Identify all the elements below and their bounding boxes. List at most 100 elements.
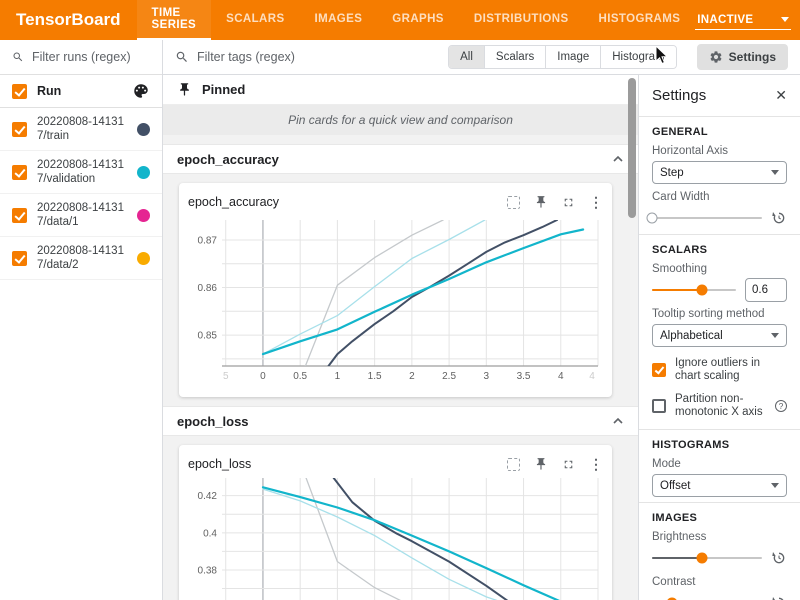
help-icon[interactable]: ? [775, 400, 787, 412]
close-icon[interactable]: ✕ [775, 87, 787, 104]
horizontal-axis-label: Horizontal Axis [652, 145, 787, 157]
run-row[interactable]: 20220808-141317/data/2 [0, 237, 162, 280]
section-header-epoch-loss[interactable]: epoch_loss [163, 406, 638, 436]
gear-icon [709, 50, 723, 64]
fullscreen-icon[interactable] [562, 196, 575, 209]
runs-filter-row [0, 40, 162, 75]
epoch-loss-chart[interactable]: 0.420.40.380.36 [188, 478, 603, 600]
smoothing-slider[interactable] [652, 289, 736, 291]
run-color-dot [137, 166, 150, 179]
scalars-heading: SCALARS [652, 244, 787, 256]
tags-toolbar: All Scalars Image Histogram Settings [163, 40, 800, 75]
horizontal-axis-select[interactable]: Step [652, 161, 787, 184]
reload-status-value: INACTIVE [697, 14, 753, 26]
chevron-down-icon [771, 170, 779, 175]
tab-scalars[interactable]: SCALARS [211, 0, 299, 40]
tooltip-sorting-select[interactable]: Alphabetical [652, 324, 787, 347]
more-options-icon[interactable]: ⋮ [589, 196, 603, 209]
epoch-accuracy-chart[interactable]: 0.850.860.8700.511.522.533.5454 [188, 216, 603, 386]
more-options-icon[interactable]: ⋮ [589, 458, 603, 471]
main-scrollbar[interactable] [628, 78, 636, 600]
pin-icon[interactable] [534, 195, 548, 209]
ignore-outliers-label: Ignore outliers in chart scaling [675, 357, 787, 383]
smoothing-value-input[interactable] [745, 278, 787, 302]
run-name: 20220808-141317/data/2 [37, 244, 127, 272]
chevron-up-icon[interactable] [612, 416, 624, 426]
divider [639, 116, 800, 117]
run-row[interactable]: 20220808-141317/train [0, 108, 162, 151]
chevron-down-icon [781, 17, 789, 22]
histogram-mode-value: Offset [660, 480, 690, 492]
chevron-down-icon [771, 333, 779, 338]
run-checkbox[interactable] [12, 165, 27, 180]
select-all-runs-checkbox[interactable] [12, 84, 27, 99]
tab-images[interactable]: IMAGES [300, 0, 378, 40]
partition-x-axis-row[interactable]: Partition non-monotonic X axis ? [652, 393, 787, 419]
ignore-outliers-row[interactable]: Ignore outliers in chart scaling [652, 357, 787, 383]
runs-filter-input[interactable] [32, 50, 150, 64]
epoch-accuracy-card: epoch_accuracy ⋮ 0.850.860.8700.511.522.… [179, 183, 612, 397]
histogram-mode-label: Mode [652, 458, 787, 470]
ignore-outliers-checkbox[interactable] [652, 363, 666, 377]
reset-icon[interactable] [771, 595, 787, 600]
partition-x-axis-checkbox[interactable] [652, 399, 666, 413]
images-heading: IMAGES [652, 512, 787, 524]
cards-main-area: Pinned Pin cards for a quick view and co… [163, 75, 638, 600]
chip-image[interactable]: Image [546, 46, 601, 68]
run-name: 20220808-141317/data/1 [37, 201, 127, 229]
settings-button[interactable]: Settings [697, 44, 788, 70]
svg-text:0.87: 0.87 [198, 235, 218, 246]
svg-text:1: 1 [335, 371, 341, 382]
tab-histograms[interactable]: HISTOGRAMS [584, 0, 696, 40]
run-checkbox[interactable] [12, 122, 27, 137]
tags-filter-input[interactable] [197, 50, 440, 64]
run-row[interactable]: 20220808-141317/data/1 [0, 194, 162, 237]
tab-time-series[interactable]: TIME SERIES [137, 0, 212, 40]
scrollbar-thumb[interactable] [628, 78, 636, 218]
pinned-section-header: Pinned [163, 75, 638, 105]
svg-text:0.38: 0.38 [198, 565, 218, 576]
section-title: epoch_accuracy [177, 152, 279, 167]
run-checkbox[interactable] [12, 208, 27, 223]
contrast-label: Contrast [652, 576, 787, 588]
horizontal-axis-value: Step [660, 167, 684, 179]
run-checkbox[interactable] [12, 251, 27, 266]
reset-icon[interactable] [771, 210, 787, 226]
pinned-label: Pinned [202, 82, 245, 97]
reload-status-select[interactable]: INACTIVE [695, 11, 791, 30]
chip-all[interactable]: All [449, 46, 485, 68]
histogram-mode-select[interactable]: Offset [652, 474, 787, 497]
svg-text:2: 2 [409, 371, 415, 382]
svg-text:0.85: 0.85 [198, 331, 218, 342]
pin-icon[interactable] [534, 457, 548, 471]
tensorboard-app: TensorBoard TIME SERIES SCALARS IMAGES G… [0, 0, 800, 600]
svg-text:5: 5 [223, 371, 229, 382]
mouse-cursor [655, 46, 669, 66]
fullscreen-icon[interactable] [562, 458, 575, 471]
svg-text:4: 4 [589, 371, 595, 382]
run-row[interactable]: 20220808-141317/validation [0, 151, 162, 194]
data-table-toggle-icon[interactable] [507, 196, 520, 209]
section-title: epoch_loss [177, 414, 249, 429]
chip-scalars[interactable]: Scalars [485, 46, 546, 68]
reset-icon[interactable] [771, 550, 787, 566]
tooltip-sorting-label: Tooltip sorting method [652, 308, 787, 320]
runs-header-row: Run [0, 75, 162, 108]
divider [639, 429, 800, 430]
brightness-slider[interactable] [652, 557, 762, 559]
svg-text:1.5: 1.5 [368, 371, 382, 382]
section-header-epoch-accuracy[interactable]: epoch_accuracy [163, 144, 638, 174]
search-icon [12, 50, 24, 64]
palette-icon[interactable] [132, 82, 150, 100]
tab-distributions[interactable]: DISTRIBUTIONS [459, 0, 584, 40]
pin-empty-notice: Pin cards for a quick view and compariso… [163, 105, 638, 135]
svg-text:3: 3 [484, 371, 490, 382]
tab-graphs[interactable]: GRAPHS [377, 0, 459, 40]
search-icon [175, 50, 189, 64]
card-title: epoch_accuracy [188, 195, 279, 209]
card-width-slider[interactable] [652, 217, 762, 219]
card-title: epoch_loss [188, 457, 251, 471]
data-table-toggle-icon[interactable] [507, 458, 520, 471]
chevron-up-icon[interactable] [612, 154, 624, 164]
svg-text:3.5: 3.5 [517, 371, 531, 382]
